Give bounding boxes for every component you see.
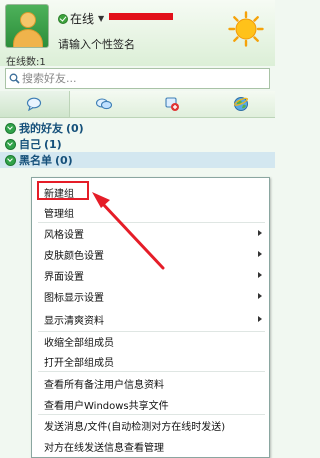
status-label: 在线: [70, 12, 95, 26]
menu-item-label: 显示清爽资料: [44, 315, 104, 327]
signature-field[interactable]: 请输入个性签名: [58, 36, 135, 52]
menu-item-label: 打开全部组成员: [44, 357, 114, 369]
menu-item-manage-group[interactable]: 管理组: [32, 202, 269, 222]
user-avatar[interactable]: [5, 4, 49, 48]
group-row-self[interactable]: 自己 (1): [0, 136, 275, 152]
menu-item-online-send-manage[interactable]: 对方在线发送信息查看管理: [32, 436, 269, 456]
menu-item-label: 发送消息/文件(自动检测对方在线时发送): [44, 421, 226, 433]
menu-item-clean-profile[interactable]: 显示清爽资料: [32, 309, 269, 329]
group-row-my-friends[interactable]: 我的好友 (0): [0, 120, 275, 136]
group-count: (1): [44, 137, 62, 151]
menu-item-label: 收缩全部组成员: [44, 337, 114, 349]
menu-item-collapse-all[interactable]: 收缩全部组成员: [32, 331, 269, 351]
online-count: 在线数:1: [6, 57, 46, 68]
menu-item-label: 对方在线发送信息查看管理: [44, 442, 164, 454]
expand-icon: [5, 122, 16, 134]
menu-item-label: 查看用户Windows共享文件: [44, 400, 169, 412]
weather-sun-icon[interactable]: [228, 11, 264, 47]
expand-icon: [5, 154, 16, 166]
globe-icon: [233, 97, 248, 111]
dropdown-caret-icon: ▼: [98, 14, 105, 23]
friend-groups-list: 我的好友 (0) 自己 (1) 黑名单 (0): [0, 120, 275, 168]
annotation-highlight-box: [37, 181, 89, 200]
chat-bubble-icon: [27, 97, 42, 111]
friend-search-box[interactable]: [5, 68, 270, 89]
messages-icon: [95, 98, 112, 110]
group-row-blacklist[interactable]: 黑名单 (0): [0, 152, 275, 168]
online-status-icon: [58, 13, 68, 24]
menu-item-windows-share[interactable]: 查看用户Windows共享文件: [32, 394, 269, 414]
menu-item-ui-settings[interactable]: 界面设置: [32, 265, 269, 285]
group-name: 自己: [19, 138, 41, 151]
tab-contacts[interactable]: [138, 91, 207, 117]
redacted-username: [109, 13, 173, 20]
expand-icon: [5, 138, 16, 150]
menu-item-label: 管理组: [44, 208, 74, 220]
menu-item-label: 皮肤颜色设置: [44, 250, 104, 262]
menu-item-view-notes[interactable]: 查看所有备注用户信息资料: [32, 373, 269, 393]
panel-tabs: [0, 91, 275, 118]
menu-item-expand-all[interactable]: 打开全部组成员: [32, 351, 269, 371]
submenu-arrow-icon: [258, 230, 262, 236]
search-input[interactable]: [22, 72, 252, 85]
submenu-arrow-icon: [258, 293, 262, 299]
group-count: (0): [55, 153, 73, 167]
menu-item-style-settings[interactable]: 风格设置: [32, 223, 269, 243]
tab-chat[interactable]: [0, 91, 70, 117]
group-name: 我的好友: [19, 122, 63, 135]
menu-item-label: 风格设置: [44, 229, 84, 241]
profile-header: 在线数:1 在线 ▼ 请输入个性签名: [0, 0, 275, 68]
submenu-arrow-icon: [258, 251, 262, 257]
menu-separator: [38, 371, 265, 372]
search-icon: [9, 73, 20, 84]
menu-item-label: 图标显示设置: [44, 292, 104, 304]
submenu-arrow-icon: [258, 316, 262, 322]
group-count: (0): [66, 121, 84, 135]
menu-item-send-message-file[interactable]: 发送消息/文件(自动检测对方在线时发送): [32, 415, 269, 435]
tab-web[interactable]: [207, 91, 276, 117]
menu-item-skin-color[interactable]: 皮肤颜色设置: [32, 244, 269, 264]
context-menu: 新建组 管理组 风格设置 皮肤颜色设置 界面设置 图标显示设置 显示清爽资料 收…: [31, 177, 270, 458]
contacts-icon: [165, 96, 180, 111]
tab-messages[interactable]: [70, 91, 139, 117]
menu-item-icon-display[interactable]: 图标显示设置: [32, 286, 269, 306]
menu-item-label: 查看所有备注用户信息资料: [44, 379, 164, 391]
menu-item-label: 界面设置: [44, 271, 84, 283]
submenu-arrow-icon: [258, 272, 262, 278]
group-name: 黑名单: [19, 154, 52, 167]
status-selector[interactable]: 在线 ▼: [58, 10, 104, 27]
